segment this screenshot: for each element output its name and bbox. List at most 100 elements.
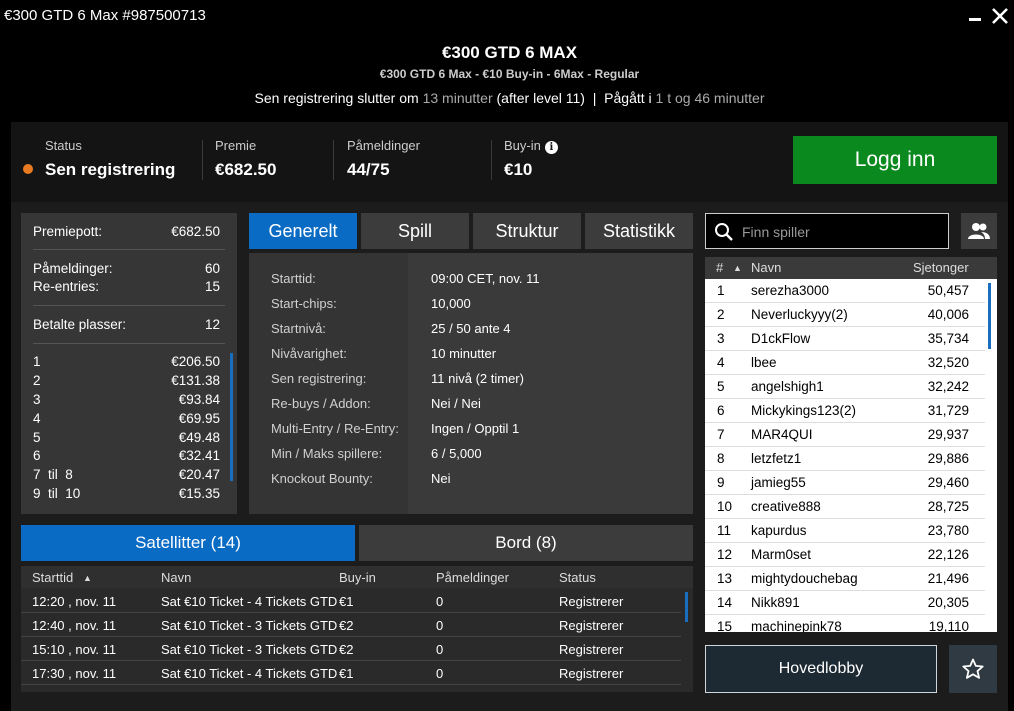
close-icon[interactable] bbox=[988, 4, 1012, 28]
player-row[interactable]: 1 serezha3000 50,457 bbox=[705, 279, 985, 303]
table-row[interactable]: 12:20 , nov. 11 Sat €10 Ticket - 4 Ticke… bbox=[21, 589, 681, 613]
player-row[interactable]: 14 Nikk891 20,305 bbox=[705, 591, 985, 615]
column-player-name[interactable]: Navn bbox=[751, 260, 781, 275]
table-header: Starttid ▲ Navn Buy-in Påmeldinger Statu… bbox=[21, 566, 693, 588]
info-value: 10,000 bbox=[431, 296, 471, 311]
player-name: Neverluckyyy(2) bbox=[751, 307, 848, 322]
tab-tables[interactable]: Bord (8) bbox=[359, 525, 693, 561]
column-chips[interactable]: Sjetonger bbox=[913, 260, 969, 275]
row-start: 12:20 , nov. 11 bbox=[32, 594, 117, 609]
payout-place: 3 bbox=[33, 392, 41, 407]
info-label: Min / Maks spillere: bbox=[271, 446, 383, 461]
row-status: Registrerer bbox=[559, 642, 624, 657]
tab-satellites[interactable]: Satellitter (14) bbox=[21, 525, 355, 561]
column-name[interactable]: Navn bbox=[161, 570, 191, 585]
info-label: Knockout Bounty: bbox=[271, 471, 373, 486]
payout-amount: €93.84 bbox=[178, 392, 220, 407]
row-start: 15:10 , nov. 11 bbox=[32, 642, 117, 657]
row-status: Registrerer bbox=[559, 618, 624, 633]
row-buyin: €1 bbox=[339, 666, 354, 681]
table-row[interactable]: 12:40 , nov. 11 Sat €10 Ticket - 3 Ticke… bbox=[21, 613, 681, 637]
payout-place: 9 til 10 bbox=[33, 486, 81, 501]
info-icon[interactable]: i bbox=[544, 141, 558, 154]
column-rank[interactable]: # bbox=[716, 260, 723, 275]
column-status[interactable]: Status bbox=[559, 570, 596, 585]
players-table-header: # ▲ Navn Sjetonger bbox=[705, 257, 997, 279]
table-row[interactable]: 17:30 , nov. 11 Sat €10 Ticket - 4 Ticke… bbox=[21, 661, 681, 685]
player-name: MAR4QUI bbox=[751, 427, 813, 442]
player-rank: 4 bbox=[717, 355, 725, 370]
status-label: Status bbox=[45, 138, 82, 153]
payout-row: 5 €49.48 bbox=[33, 430, 220, 445]
player-row[interactable]: 13 mightydouchebag 21,496 bbox=[705, 567, 985, 591]
satellites-table: Starttid ▲ Navn Buy-in Påmeldinger Statu… bbox=[21, 566, 693, 692]
reentries-value: 15 bbox=[204, 279, 220, 294]
tab-statistikk[interactable]: Statistikk bbox=[585, 213, 693, 249]
player-row[interactable]: 8 letzfetz1 29,886 bbox=[705, 447, 985, 471]
search-icon bbox=[715, 223, 733, 241]
player-row[interactable]: 7 MAR4QUI 29,937 bbox=[705, 423, 985, 447]
player-row[interactable]: 2 Neverluckyyy(2) 40,006 bbox=[705, 303, 985, 327]
sort-ascending-icon[interactable]: ▲ bbox=[83, 573, 92, 583]
search-input[interactable] bbox=[742, 222, 942, 242]
payout-amount: €49.48 bbox=[178, 430, 220, 445]
player-chips: 50,457 bbox=[927, 283, 969, 298]
minimize-icon[interactable] bbox=[962, 4, 986, 28]
row-name: Sat €10 Ticket - 3 Tickets GTD bbox=[161, 618, 338, 633]
player-chips: 28,725 bbox=[927, 499, 969, 514]
satellites-scrollbar[interactable] bbox=[685, 592, 688, 622]
players-scrollbar[interactable] bbox=[988, 283, 991, 349]
payout-amount: €69.95 bbox=[178, 411, 220, 426]
column-buyin[interactable]: Buy-in bbox=[339, 570, 376, 585]
player-row[interactable]: 3 D1ckFlow 35,734 bbox=[705, 327, 985, 351]
player-search[interactable] bbox=[705, 213, 949, 249]
player-row[interactable]: 15 machinepink78 19,110 bbox=[705, 615, 985, 632]
row-status: Registrerer bbox=[559, 594, 624, 609]
entries-label: Påmeldinger: bbox=[33, 261, 113, 276]
sort-ascending-icon[interactable]: ▲ bbox=[733, 263, 742, 273]
payout-scrollbar[interactable] bbox=[230, 353, 233, 481]
info-label: Multi-Entry / Re-Entry: bbox=[271, 421, 399, 436]
tab-generelt[interactable]: Generelt bbox=[249, 213, 357, 249]
prize-pool-label: Premiepott: bbox=[33, 224, 103, 239]
player-name: mightydouchebag bbox=[751, 571, 858, 586]
late-reg-prefix: Sen registrering slutter om bbox=[254, 90, 419, 106]
general-info-panel: Starttid: 09:00 CET, nov. 11 Start-chips… bbox=[249, 253, 693, 514]
column-entries[interactable]: Påmeldinger bbox=[436, 570, 509, 585]
player-row[interactable]: 5 angelshigh1 32,242 bbox=[705, 375, 985, 399]
player-row[interactable]: 10 creative888 28,725 bbox=[705, 495, 985, 519]
divider bbox=[202, 140, 203, 180]
player-chips: 19,110 bbox=[928, 619, 969, 632]
tournament-timing: Sen registrering slutter om 13 minutter … bbox=[11, 90, 1008, 106]
users-icon[interactable] bbox=[961, 213, 997, 249]
payout-row: 7 til 8 €20.47 bbox=[33, 467, 220, 482]
player-name: jamieg55 bbox=[751, 475, 806, 490]
player-chips: 23,780 bbox=[927, 523, 969, 538]
player-row[interactable]: 11 kapurdus 23,780 bbox=[705, 519, 985, 543]
main-lobby-button[interactable]: Hovedlobby bbox=[705, 645, 937, 693]
table-row[interactable]: 15:10 , nov. 11 Sat €10 Ticket - 3 Ticke… bbox=[21, 637, 681, 661]
row-entries: 0 bbox=[436, 618, 444, 633]
payout-place: 6 bbox=[33, 448, 41, 463]
running-prefix: Pågått i bbox=[604, 90, 652, 106]
info-label: Starttid: bbox=[271, 271, 316, 286]
player-row[interactable]: 4 lbee 32,520 bbox=[705, 351, 985, 375]
tab-spill[interactable]: Spill bbox=[361, 213, 469, 249]
player-name: Nikk891 bbox=[751, 595, 800, 610]
column-start[interactable]: Starttid bbox=[32, 570, 73, 585]
star-icon[interactable] bbox=[949, 645, 997, 693]
player-row[interactable]: 12 Marm0set 22,126 bbox=[705, 543, 985, 567]
payout-amount: €15.35 bbox=[178, 486, 220, 501]
player-row[interactable]: 9 jamieg55 29,460 bbox=[705, 471, 985, 495]
player-rank: 6 bbox=[717, 403, 725, 418]
player-row[interactable]: 6 Mickykings123(2) 31,729 bbox=[705, 399, 985, 423]
payout-amount: €20.47 bbox=[178, 467, 220, 482]
player-rank: 13 bbox=[717, 571, 733, 586]
info-value: Ingen / Opptil 1 bbox=[431, 421, 520, 436]
paid-places-row: Betalte plasser: 12 bbox=[33, 317, 220, 332]
info-value: 25 / 50 ante 4 bbox=[431, 321, 511, 336]
payout-row: 2 €131.38 bbox=[33, 373, 220, 388]
player-rank: 7 bbox=[717, 427, 725, 442]
tab-struktur[interactable]: Struktur bbox=[473, 213, 581, 249]
login-button[interactable]: Logg inn bbox=[793, 136, 997, 184]
